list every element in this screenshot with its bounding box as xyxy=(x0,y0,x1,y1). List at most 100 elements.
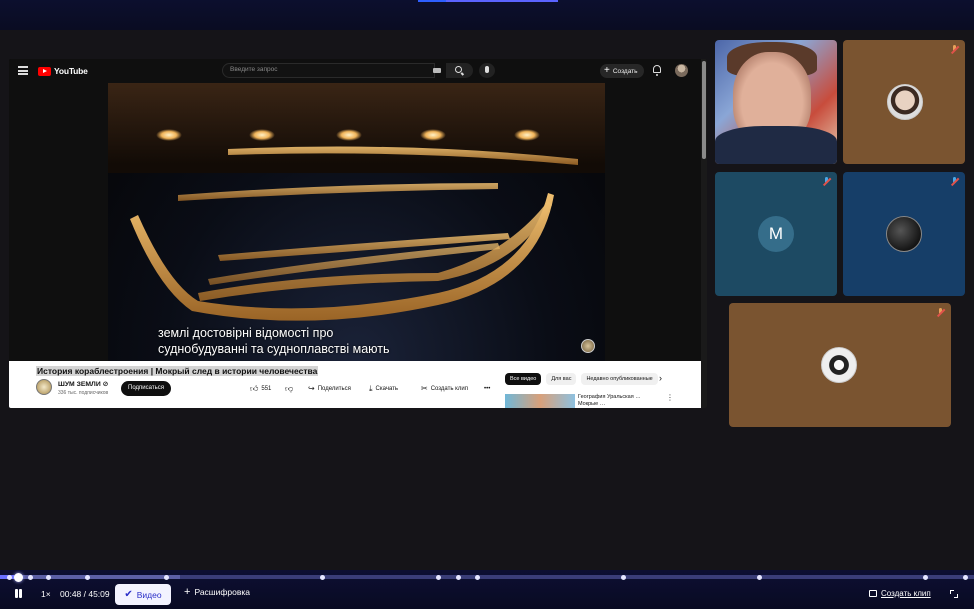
search-icon xyxy=(455,66,462,73)
avatar: M xyxy=(758,216,794,252)
top-bar xyxy=(0,0,974,30)
timeline-marker[interactable] xyxy=(963,575,968,580)
progress-track[interactable] xyxy=(0,575,974,579)
participant-tile[interactable] xyxy=(843,172,965,296)
mic-muted-icon xyxy=(950,45,959,54)
check-icon: ✔ xyxy=(124,589,133,600)
chevron-right-icon[interactable]: › xyxy=(659,374,662,383)
dislike-icon: 👎︎ xyxy=(285,384,294,393)
plus-icon: + xyxy=(604,65,610,76)
download-button[interactable]: ⤓ Скачать xyxy=(369,383,398,395)
timeline-marker[interactable] xyxy=(456,575,461,580)
timeline-marker[interactable] xyxy=(28,575,33,580)
pause-icon[interactable] xyxy=(14,589,23,599)
participant-tile[interactable] xyxy=(729,303,951,427)
timeline-marker[interactable] xyxy=(475,575,480,580)
chip-recent[interactable]: Недавно опубликованные xyxy=(581,373,658,385)
create-clip-link[interactable]: Создать клип xyxy=(869,589,931,598)
search-placeholder: Введите запрос xyxy=(230,66,278,73)
like-count: 551 xyxy=(261,386,272,392)
timeline-marker[interactable] xyxy=(757,575,762,580)
playback-speed-button[interactable]: 1× xyxy=(41,589,51,599)
timeline-marker[interactable] xyxy=(85,575,90,580)
transcript-button[interactable]: + Расшифровка xyxy=(184,586,250,598)
timeline-marker[interactable] xyxy=(46,575,51,580)
keyboard-icon[interactable] xyxy=(433,68,441,73)
filter-chips: Все видео Для вас Недавно опубликованные xyxy=(505,373,658,385)
search-button[interactable] xyxy=(446,63,473,78)
youtube-header: YouTube Введите запрос + Создать xyxy=(9,59,707,83)
bell-icon[interactable] xyxy=(653,65,661,76)
share-button[interactable]: ↪ Поделиться xyxy=(308,383,351,395)
chip-for-you[interactable]: Для вас xyxy=(546,373,577,385)
scrollbar[interactable] xyxy=(701,59,707,408)
video-info-panel: История кораблестроения | Мокрый след в … xyxy=(9,361,701,408)
avatar xyxy=(887,84,923,120)
like-button[interactable]: 👍︎ 551 xyxy=(250,383,271,395)
scroll-thumb[interactable] xyxy=(702,61,706,159)
share-icon: ↪ xyxy=(308,384,315,393)
more-label: ••• xyxy=(484,386,491,392)
time-display: 00:48 / 45:09 xyxy=(60,589,110,599)
mic-muted-icon xyxy=(936,308,945,317)
timeline-marker[interactable] xyxy=(7,575,12,580)
video-player[interactable]: землі достовірні відомості про суднобуду… xyxy=(108,83,605,361)
create-label: Создать xyxy=(612,67,638,75)
progress-playhead[interactable] xyxy=(14,573,23,582)
participant-video-tile[interactable] xyxy=(715,40,837,164)
timeline-marker[interactable] xyxy=(164,575,169,580)
video-toggle-label: Видео xyxy=(136,589,162,600)
youtube-logo-icon xyxy=(38,66,51,76)
shared-screen: YouTube Введите запрос + Создать землі д… xyxy=(9,59,707,408)
channel-subscribers: 336 тыс. подписчиков xyxy=(58,390,109,396)
like-icon: 👍︎ xyxy=(250,384,259,393)
video-subtitles: землі достовірні відомості про суднобуду… xyxy=(158,325,390,357)
progress-buffered xyxy=(20,575,180,579)
clip-icon xyxy=(869,590,877,597)
chip-all-videos[interactable]: Все видео xyxy=(505,373,542,385)
hamburger-icon[interactable] xyxy=(18,66,28,75)
participant-shirt xyxy=(715,126,837,164)
create-button[interactable]: + Создать xyxy=(600,64,644,78)
avatar xyxy=(886,216,922,252)
youtube-logo[interactable]: YouTube xyxy=(38,66,88,76)
mic-muted-icon xyxy=(822,177,831,186)
share-label: Поделиться xyxy=(317,386,351,392)
scissors-icon: ✂ xyxy=(421,384,428,393)
recommended-thumbnail[interactable] xyxy=(505,394,575,408)
video-toggle-button[interactable]: ✔ Видео xyxy=(115,584,171,605)
mic-muted-icon xyxy=(950,177,959,186)
download-icon: ⤓ xyxy=(369,384,373,393)
top-indicator xyxy=(418,0,558,2)
plus-icon: + xyxy=(184,586,191,598)
participant-tile[interactable]: M xyxy=(715,172,837,296)
mic-icon[interactable] xyxy=(479,63,495,78)
recommended-title[interactable]: География Уральская … Мокрые … xyxy=(578,394,656,408)
participant-tile[interactable] xyxy=(843,40,965,164)
subtitle-line: суднобудуванні та судноплавстві мають xyxy=(158,342,390,356)
youtube-logo-text: YouTube xyxy=(54,66,88,76)
avatar[interactable] xyxy=(675,64,688,77)
create-clip-label: Создать клип xyxy=(430,386,468,392)
create-clip-button[interactable]: ✂ Создать клип xyxy=(421,383,468,395)
timeline-marker[interactable] xyxy=(320,575,325,580)
download-label: Скачать xyxy=(375,386,399,392)
transcript-label: Расшифровка xyxy=(194,587,250,597)
channel-watermark-icon xyxy=(581,339,595,353)
timeline-marker[interactable] xyxy=(621,575,626,580)
ship-frame-illustration xyxy=(130,146,578,321)
dislike-button[interactable]: 👎︎ xyxy=(285,383,293,395)
search-input[interactable]: Введите запрос xyxy=(222,63,435,78)
channel-avatar[interactable] xyxy=(36,379,52,395)
subtitle-line: землі достовірні відомості про xyxy=(158,326,334,340)
timeline-marker[interactable] xyxy=(436,575,441,580)
more-vert-icon[interactable]: ⋮ xyxy=(666,394,674,402)
subscribe-button[interactable]: Подписаться xyxy=(121,381,171,396)
fullscreen-icon[interactable] xyxy=(950,590,958,598)
timeline-marker[interactable] xyxy=(923,575,928,580)
avatar xyxy=(821,347,857,383)
channel-name[interactable]: ШУМ ЗЕМЛИ ⊘ xyxy=(58,380,108,388)
more-actions-button[interactable]: ••• xyxy=(484,383,490,395)
create-clip-link-label: Создать клип xyxy=(881,589,931,598)
video-title: История кораблестроения | Мокрый след в … xyxy=(36,366,319,376)
